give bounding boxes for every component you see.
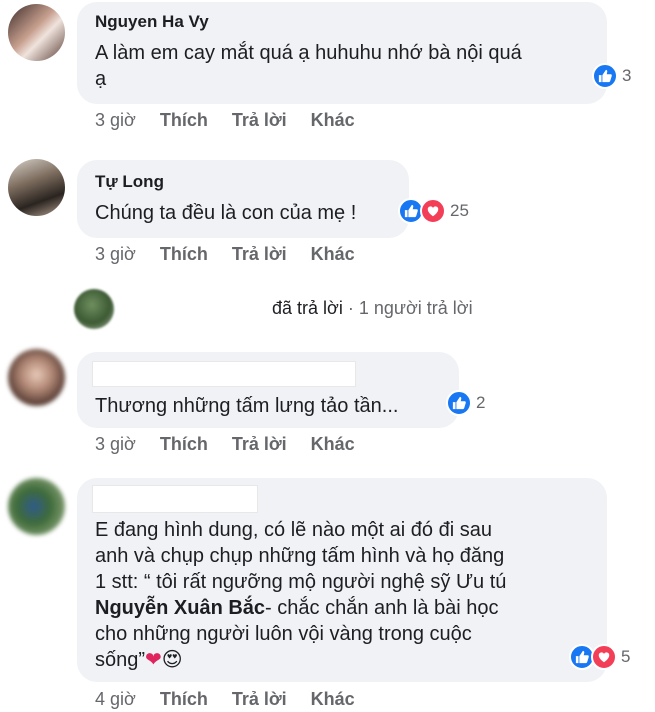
comment-line: E đang hình dung, có lẽ nào một ai đó đi… [95, 519, 492, 541]
like-button[interactable]: Thích [160, 434, 208, 455]
comment-text: E đang hình dung, có lẽ nào một ai đó đi… [95, 517, 600, 673]
reply-avatar[interactable] [74, 289, 114, 329]
comment-actions: 3 giờ Thích Trả lời Khác [95, 244, 355, 265]
comment-time[interactable]: 3 giờ [95, 434, 136, 455]
reaction-count: 2 [476, 393, 486, 412]
reaction-summary[interactable]: 2 [446, 389, 485, 417]
more-button[interactable]: Khác [311, 244, 355, 265]
comment-line: Nguyễn Xuân Bắc- chắc chắn anh là bài họ… [95, 595, 600, 621]
comment-line: ạ [95, 68, 107, 90]
more-button[interactable]: Khác [311, 434, 355, 455]
comment-time[interactable]: 4 giờ [95, 689, 136, 710]
heart-eyes-emoji: 😍 [161, 649, 183, 671]
reply-summary-link[interactable]: đã trả lời · 1 người trả lời [272, 298, 473, 319]
comment-line-rest: - chắc chắn anh là bài học [265, 597, 499, 619]
reaction-count: 25 [450, 201, 469, 220]
mentioned-name[interactable]: Nguyễn Xuân Bắc [95, 597, 265, 619]
comment-time[interactable]: 3 giờ [95, 110, 136, 131]
love-reaction-icon [420, 198, 446, 224]
reply-button[interactable]: Trả lời [232, 689, 287, 710]
comment-time[interactable]: 3 giờ [95, 244, 136, 265]
comment-author[interactable]: Tự Long [95, 172, 164, 192]
comment-line: cho những người luôn vội vàng trong cuộc [95, 623, 472, 645]
love-reaction-icon [591, 644, 617, 670]
like-button[interactable]: Thích [160, 689, 208, 710]
comment-text: A làm em cay mắt quá ạ huhuhu nhớ bà nội… [95, 40, 605, 92]
comment-text: Chúng ta đều là con của mẹ ! [95, 202, 357, 224]
reply-action-text: đã trả lời [272, 298, 343, 318]
comment-text: Thương những tấm lưng tảo tần... [95, 395, 399, 417]
more-button[interactable]: Khác [311, 110, 355, 131]
more-button[interactable]: Khác [311, 689, 355, 710]
avatar[interactable] [8, 159, 65, 216]
comment-line: 1 stt: “ tôi rất ngưỡng mộ người nghệ sỹ… [95, 571, 507, 593]
comment-actions: 4 giờ Thích Trả lời Khác [95, 689, 355, 710]
reply-button[interactable]: Trả lời [232, 244, 287, 265]
comment-actions: 3 giờ Thích Trả lời Khác [95, 434, 355, 455]
avatar[interactable] [8, 4, 65, 61]
heart-emoji: ❤ [145, 649, 162, 671]
comment-line-end: sống” [95, 649, 146, 671]
like-reaction-icon [446, 390, 472, 416]
reaction-count: 5 [621, 647, 631, 666]
reaction-count: 3 [622, 66, 632, 85]
redacted-author-name [92, 485, 258, 513]
reaction-summary[interactable]: 25 [398, 197, 469, 225]
comment-actions: 3 giờ Thích Trả lời Khác [95, 110, 355, 131]
avatar[interactable] [8, 478, 65, 535]
reply-button[interactable]: Trả lời [232, 434, 287, 455]
comment-author[interactable]: Nguyen Ha Vy [95, 12, 209, 32]
avatar[interactable] [8, 349, 65, 406]
reply-separator: · [347, 298, 354, 318]
comment-line: anh và chụp chụp những tấm hình và họ đă… [95, 545, 505, 567]
reply-count-text: 1 người trả lời [358, 298, 473, 318]
comment-line: A làm em cay mắt quá ạ huhuhu nhớ bà nội… [95, 42, 522, 64]
reaction-summary[interactable]: 5 [569, 643, 630, 671]
redacted-author-name [92, 361, 356, 387]
comment-line: sống”❤😍 [95, 647, 600, 673]
like-reaction-icon [592, 63, 618, 89]
like-button[interactable]: Thích [160, 110, 208, 131]
like-button[interactable]: Thích [160, 244, 208, 265]
reaction-summary[interactable]: 3 [592, 62, 631, 90]
reply-button[interactable]: Trả lời [232, 110, 287, 131]
